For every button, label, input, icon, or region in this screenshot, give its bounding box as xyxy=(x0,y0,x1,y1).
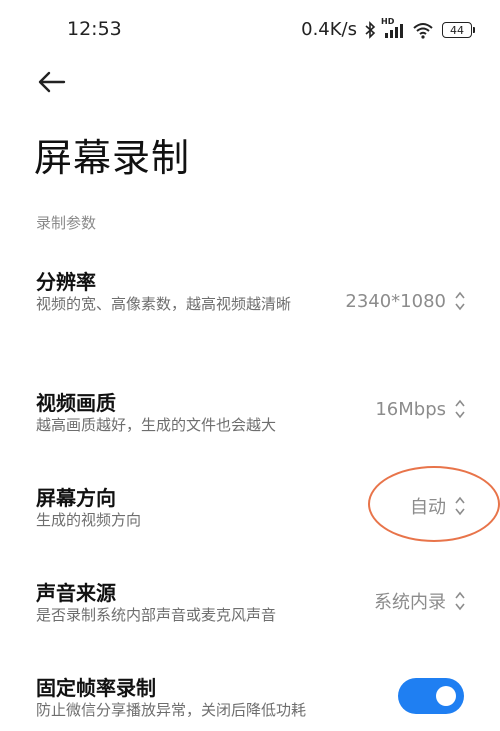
status-time: 12:53 xyxy=(67,18,122,40)
setting-title: 声音来源 xyxy=(36,581,116,605)
wifi-icon xyxy=(413,22,433,39)
value-text: 系统内录 xyxy=(374,592,446,613)
status-icons: 0.4K/s HD 44 xyxy=(301,17,475,40)
setting-desc: 视频的宽、高像素数，越高视频越清晰 xyxy=(36,295,292,313)
back-arrow-icon xyxy=(38,71,66,93)
signal-icon: HD xyxy=(381,17,407,39)
value-text: 自动 xyxy=(410,497,446,518)
setting-title: 固定帧率录制 xyxy=(36,676,156,700)
setting-desc: 防止微信分享播放异常，关闭后降低功耗 xyxy=(36,701,307,719)
setting-desc: 生成的视频方向 xyxy=(36,511,142,529)
setting-title: 视频画质 xyxy=(36,391,116,415)
toggle-knob xyxy=(436,686,456,706)
setting-title: 屏幕方向 xyxy=(36,486,116,510)
chevron-up-down-icon xyxy=(455,496,465,516)
setting-value[interactable]: 2340*1080 xyxy=(345,290,466,312)
setting-screen-orientation[interactable]: 屏幕方向 生成的视频方向 自动 xyxy=(0,478,500,538)
section-header: 录制参数 xyxy=(36,214,97,232)
setting-resolution[interactable]: 分辨率 视频的宽、高像素数，越高视频越清晰 2340*1080 xyxy=(0,262,500,342)
value-text: 16Mbps xyxy=(375,398,446,420)
battery-icon: 44 xyxy=(442,21,475,38)
setting-video-quality[interactable]: 视频画质 越高画质越好，生成的文件也会越大 16Mbps xyxy=(0,383,500,443)
setting-value[interactable]: 系统内录 xyxy=(374,588,466,614)
chevron-up-down-icon xyxy=(455,399,465,419)
setting-audio-source[interactable]: 声音来源 是否录制系统内部声音或麦克风声音 系统内录 xyxy=(0,573,500,633)
back-button[interactable] xyxy=(34,66,70,98)
setting-desc: 越高画质越好，生成的文件也会越大 xyxy=(36,416,277,434)
network-speed: 0.4K/s xyxy=(301,19,357,40)
fixed-frame-rate-toggle[interactable] xyxy=(398,678,464,714)
chevron-up-down-icon xyxy=(455,591,465,611)
setting-title: 分辨率 xyxy=(36,270,96,294)
value-text: 2340*1080 xyxy=(345,290,446,312)
setting-value[interactable]: 16Mbps xyxy=(375,398,466,420)
status-bar: 12:53 0.4K/s HD 44 xyxy=(0,0,500,60)
setting-value[interactable]: 自动 xyxy=(410,493,466,519)
page-title: 屏幕录制 xyxy=(34,136,191,180)
bluetooth-icon xyxy=(365,20,376,39)
chevron-up-down-icon xyxy=(455,291,465,311)
setting-desc: 是否录制系统内部声音或麦克风声音 xyxy=(36,606,277,624)
